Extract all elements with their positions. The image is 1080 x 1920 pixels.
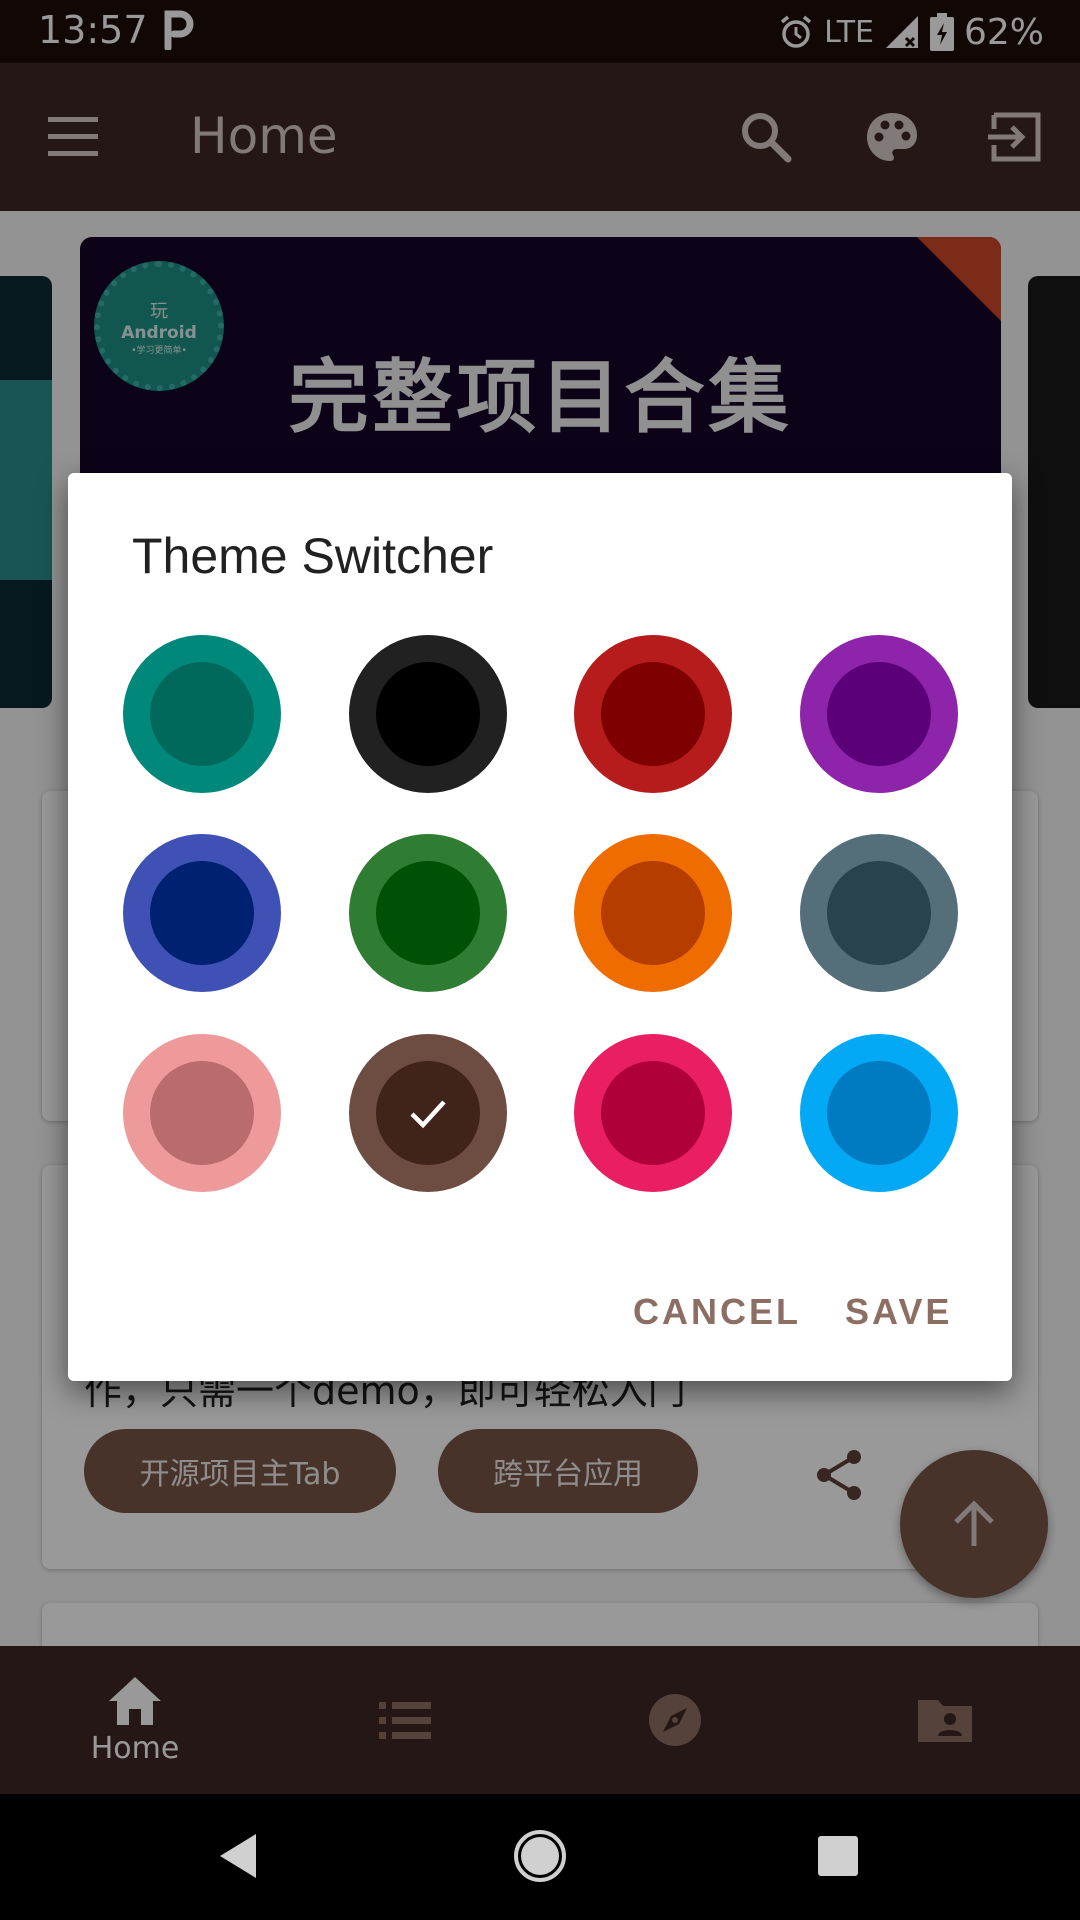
theme-switcher-dialog: Theme Switcher CANCEL SAVE bbox=[68, 473, 1012, 1381]
color-swatch-brown[interactable] bbox=[349, 1034, 507, 1192]
color-swatch-indigo[interactable] bbox=[123, 834, 281, 992]
color-swatch-pink[interactable] bbox=[574, 1034, 732, 1192]
color-swatch-red[interactable] bbox=[574, 635, 732, 793]
dialog-title: Theme Switcher bbox=[132, 528, 494, 584]
color-swatch-orange[interactable] bbox=[574, 834, 732, 992]
cancel-button[interactable]: CANCEL bbox=[633, 1291, 801, 1333]
home-button-icon[interactable] bbox=[510, 1826, 570, 1886]
check-icon bbox=[410, 1100, 446, 1129]
back-icon[interactable] bbox=[210, 1826, 270, 1886]
color-swatch-green[interactable] bbox=[349, 834, 507, 992]
color-swatch-light-blue[interactable] bbox=[800, 1034, 958, 1192]
system-navigation-bar bbox=[0, 1794, 1080, 1920]
color-swatch-blue-grey[interactable] bbox=[800, 834, 958, 992]
recents-icon[interactable] bbox=[808, 1826, 868, 1886]
save-button[interactable]: SAVE bbox=[845, 1291, 952, 1333]
color-swatch-purple[interactable] bbox=[800, 635, 958, 793]
color-swatch-black[interactable] bbox=[349, 635, 507, 793]
color-swatch-pink-light[interactable] bbox=[123, 1034, 281, 1192]
color-swatch-teal[interactable] bbox=[123, 635, 281, 793]
